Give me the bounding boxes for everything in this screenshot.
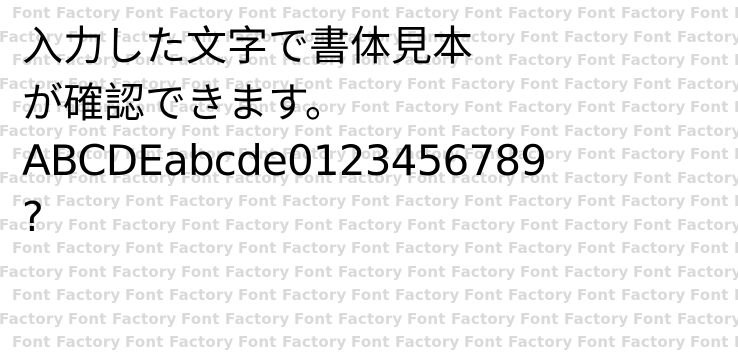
sample-text-block: 入力した文字で書体見本 が確認できます。 ABCDEabcde012345678… xyxy=(22,18,738,246)
watermark-text: Font Factory xyxy=(351,286,460,304)
watermark-text: Font Factory xyxy=(520,262,629,281)
watermark-text: Font Factory xyxy=(407,309,516,328)
watermark-text: Font Factory xyxy=(351,333,460,351)
watermark-text: Font Factory xyxy=(238,286,347,304)
sample-line-2: が確認できます。 xyxy=(22,79,346,127)
watermark-text: Font Factory xyxy=(407,262,516,281)
watermark-text: Font Factory xyxy=(12,286,121,304)
watermark-text: Font Factory xyxy=(294,262,403,281)
watermark-text: Font Factory xyxy=(577,286,686,304)
watermark-text: Font Factory xyxy=(181,309,290,328)
watermark-text: Font Factory xyxy=(690,333,738,351)
watermark-text: Font Factory xyxy=(0,262,64,281)
watermark-text: Font Factory xyxy=(181,262,290,281)
sample-line-4: ? xyxy=(22,193,44,241)
watermark-row: Font FactoryFont FactoryFont FactoryFont… xyxy=(12,335,738,350)
font-sample-canvas: Font Factory Font Factory Font Factory Font… xyxy=(0,0,738,356)
watermark-text: Font Factory xyxy=(68,262,177,281)
watermark-text: Font Factory xyxy=(294,309,403,328)
watermark-text: Font Factory xyxy=(12,333,121,351)
watermark-text: Font Factory xyxy=(464,286,573,304)
watermark-text: Font Factory xyxy=(238,333,347,351)
watermark-text: Font Factory xyxy=(125,286,234,304)
watermark-text: Font Factory xyxy=(633,309,738,328)
watermark-text: Font Factory xyxy=(464,333,573,351)
watermark-text: Font Factory xyxy=(68,309,177,328)
watermark-row: Font FactoryFont FactoryFont FactoryFont… xyxy=(12,288,738,303)
watermark-row: Font FactoryFont FactoryFont FactoryFont… xyxy=(0,309,738,328)
watermark-text: Font Factory xyxy=(577,333,686,351)
watermark-text: Font Factory xyxy=(690,286,738,304)
watermark-text: Font Factory xyxy=(125,333,234,351)
sample-line-1: 入力した文字で書体見本 xyxy=(22,22,473,70)
watermark-text: Font Factory xyxy=(0,309,64,328)
watermark-text: Font Factory xyxy=(520,309,629,328)
watermark-row: Font FactoryFont FactoryFont FactoryFont… xyxy=(0,262,738,281)
watermark-text: Font Factory xyxy=(633,262,738,281)
sample-line-3: ABCDEabcde0123456789 xyxy=(22,136,547,185)
